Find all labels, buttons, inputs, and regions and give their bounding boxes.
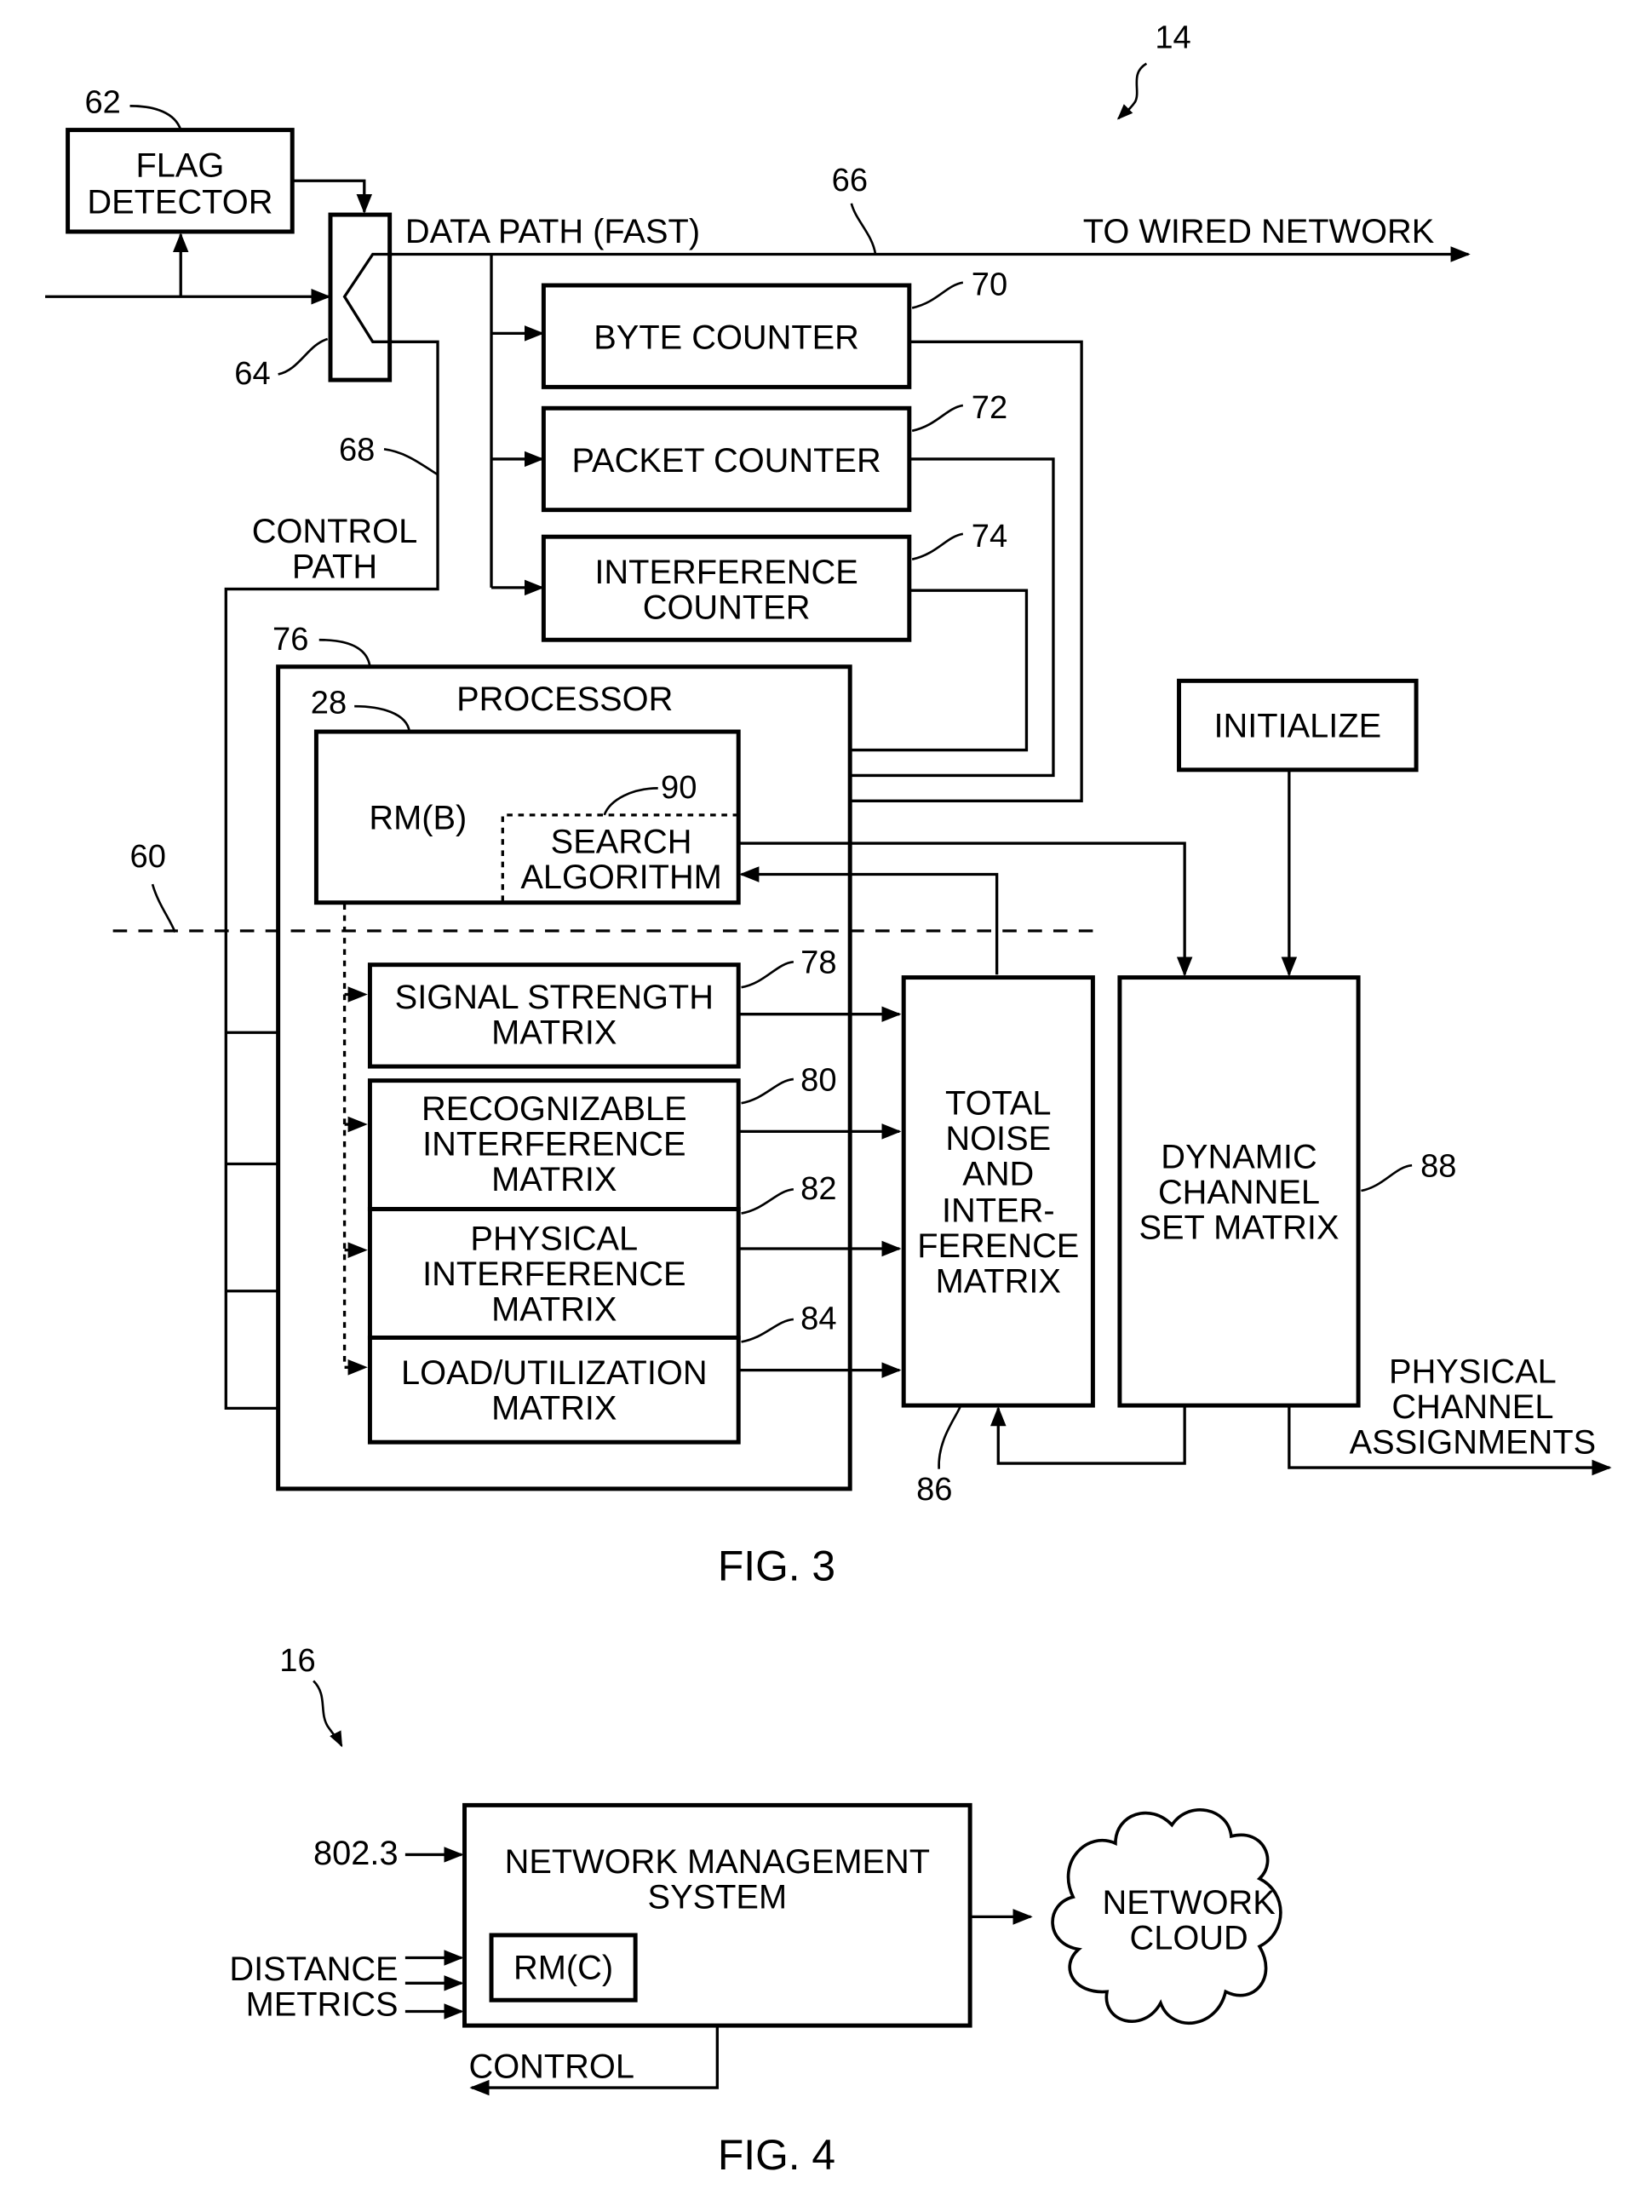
ref-60-leader	[151, 883, 176, 934]
ssm-label-1: SIGNAL STRENGTH	[395, 979, 714, 1016]
ref-76-leader	[318, 638, 371, 667]
ref-72-leader	[911, 404, 964, 433]
ref-82: 82	[800, 1170, 836, 1207]
ref-68: 68	[339, 432, 375, 468]
ref-88: 88	[1420, 1147, 1456, 1184]
ref-74-leader	[911, 532, 964, 561]
dcs-label-1: DYNAMIC	[1161, 1138, 1316, 1175]
ref-16-leader-icon	[313, 1680, 343, 1748]
interference-counter-label-2: COUNTER	[643, 589, 811, 626]
ref-66-leader	[850, 203, 877, 255]
search-algorithm-label-2: ALGORITHM	[520, 859, 721, 896]
lum-label-1: LOAD/UTILIZATION	[401, 1354, 708, 1392]
ref-88-leader	[1361, 1163, 1413, 1192]
pim-label-2: INTERFERENCE	[422, 1255, 685, 1293]
to-wired-network-label: TO WIRED NETWORK	[1083, 213, 1435, 250]
initialize-label: INITIALIZE	[1213, 708, 1381, 745]
pim-label-1: PHYSICAL	[470, 1221, 638, 1258]
ref-62-leader	[129, 105, 182, 131]
ref-16: 16	[279, 1642, 315, 1679]
processor-label: PROCESSOR	[456, 681, 673, 718]
input-8023-label: 802.3	[313, 1835, 399, 1872]
dcs-label-2: CHANNEL	[1158, 1174, 1320, 1211]
pim-label-3: MATRIX	[491, 1291, 617, 1329]
patent-figures: 14 62 FLAG DETECTOR 64 DATA PATH (FAST) …	[45, 19, 1612, 2179]
fig4-caption: FIG. 4	[718, 2131, 835, 2179]
byte-counter-label: BYTE COUNTER	[594, 319, 859, 357]
ref-28: 28	[311, 684, 347, 721]
rim-label-3: MATRIX	[491, 1161, 617, 1198]
tni-label-4: INTER-	[942, 1192, 1055, 1229]
tni-label-1: TOTAL	[945, 1084, 1052, 1122]
ref-66: 66	[832, 162, 868, 198]
tni-label-3: AND	[962, 1155, 1034, 1192]
ssm-label-2: MATRIX	[491, 1014, 617, 1052]
output-label-1: PHYSICAL	[1389, 1353, 1557, 1391]
nms-label-1: NETWORK MANAGEMENT	[505, 1843, 930, 1881]
flag-detector-label-1: FLAG	[135, 147, 224, 184]
tni-label-6: MATRIX	[936, 1262, 1061, 1300]
dcs-label-3: SET MATRIX	[1139, 1209, 1339, 1246]
ref-90: 90	[661, 769, 697, 806]
ref-74: 74	[972, 518, 1007, 554]
tni-label-5: FERENCE	[917, 1227, 1079, 1265]
ref-14: 14	[1155, 19, 1190, 55]
ref-70-leader	[911, 281, 964, 309]
flag-to-switch-line	[292, 179, 373, 215]
packet-counter-label: PACKET COUNTER	[571, 442, 880, 480]
ref-86: 86	[916, 1471, 952, 1508]
switch-box	[328, 212, 393, 382]
cloud-label-2: CLOUD	[1130, 1920, 1248, 1957]
fig3-caption: FIG. 3	[718, 1543, 835, 1590]
output-label-2: CHANNEL	[1391, 1388, 1553, 1426]
lum-label-2: MATRIX	[491, 1390, 617, 1428]
nms-label-2: SYSTEM	[648, 1878, 788, 1916]
ref-60: 60	[130, 838, 166, 875]
ref-86-leader	[938, 1406, 961, 1469]
control-path-label-1: CONTROL	[252, 513, 417, 550]
ref-68-leader	[383, 448, 439, 476]
ref-80: 80	[800, 1061, 836, 1098]
control-path-label-2: PATH	[292, 548, 377, 585]
flag-detector-label-2: DETECTOR	[87, 183, 272, 221]
rm-c-label: RM(C)	[513, 1949, 613, 1986]
ref-84: 84	[800, 1301, 836, 1337]
cloud-label-1: NETWORK	[1102, 1884, 1276, 1922]
fig4: 16 NETWORK MANAGEMENT SYSTEM RM(C) 802.3…	[229, 1642, 1282, 2179]
rm-b-label: RM(B)	[369, 799, 467, 836]
ref-72: 72	[972, 389, 1007, 426]
interference-counter-label-1: INTERFERENCE	[594, 554, 858, 591]
ref-70: 70	[972, 267, 1007, 303]
ref-76: 76	[272, 621, 308, 658]
ref-64: 64	[234, 355, 270, 392]
distance-metrics-label-2: METRICS	[246, 1985, 399, 2023]
search-algorithm-label-1: SEARCH	[551, 824, 692, 861]
rim-label-1: RECOGNIZABLE	[422, 1090, 687, 1128]
data-path-label: DATA PATH (FAST)	[405, 213, 700, 250]
tni-label-2: NOISE	[945, 1120, 1051, 1158]
ref-78: 78	[800, 945, 836, 981]
ref-62: 62	[84, 84, 120, 121]
control-label: CONTROL	[468, 2048, 634, 2085]
ref-14-leader-icon	[1116, 62, 1148, 120]
fig3: 14 62 FLAG DETECTOR 64 DATA PATH (FAST) …	[45, 19, 1612, 1590]
distance-metrics-label-1: DISTANCE	[229, 1951, 398, 1988]
output-label-3: ASSIGNMENTS	[1350, 1423, 1597, 1461]
ref-64-leader	[278, 337, 329, 376]
dcs-to-tni-feedback	[990, 1405, 1186, 1465]
rim-label-2: INTERFERENCE	[422, 1126, 685, 1163]
